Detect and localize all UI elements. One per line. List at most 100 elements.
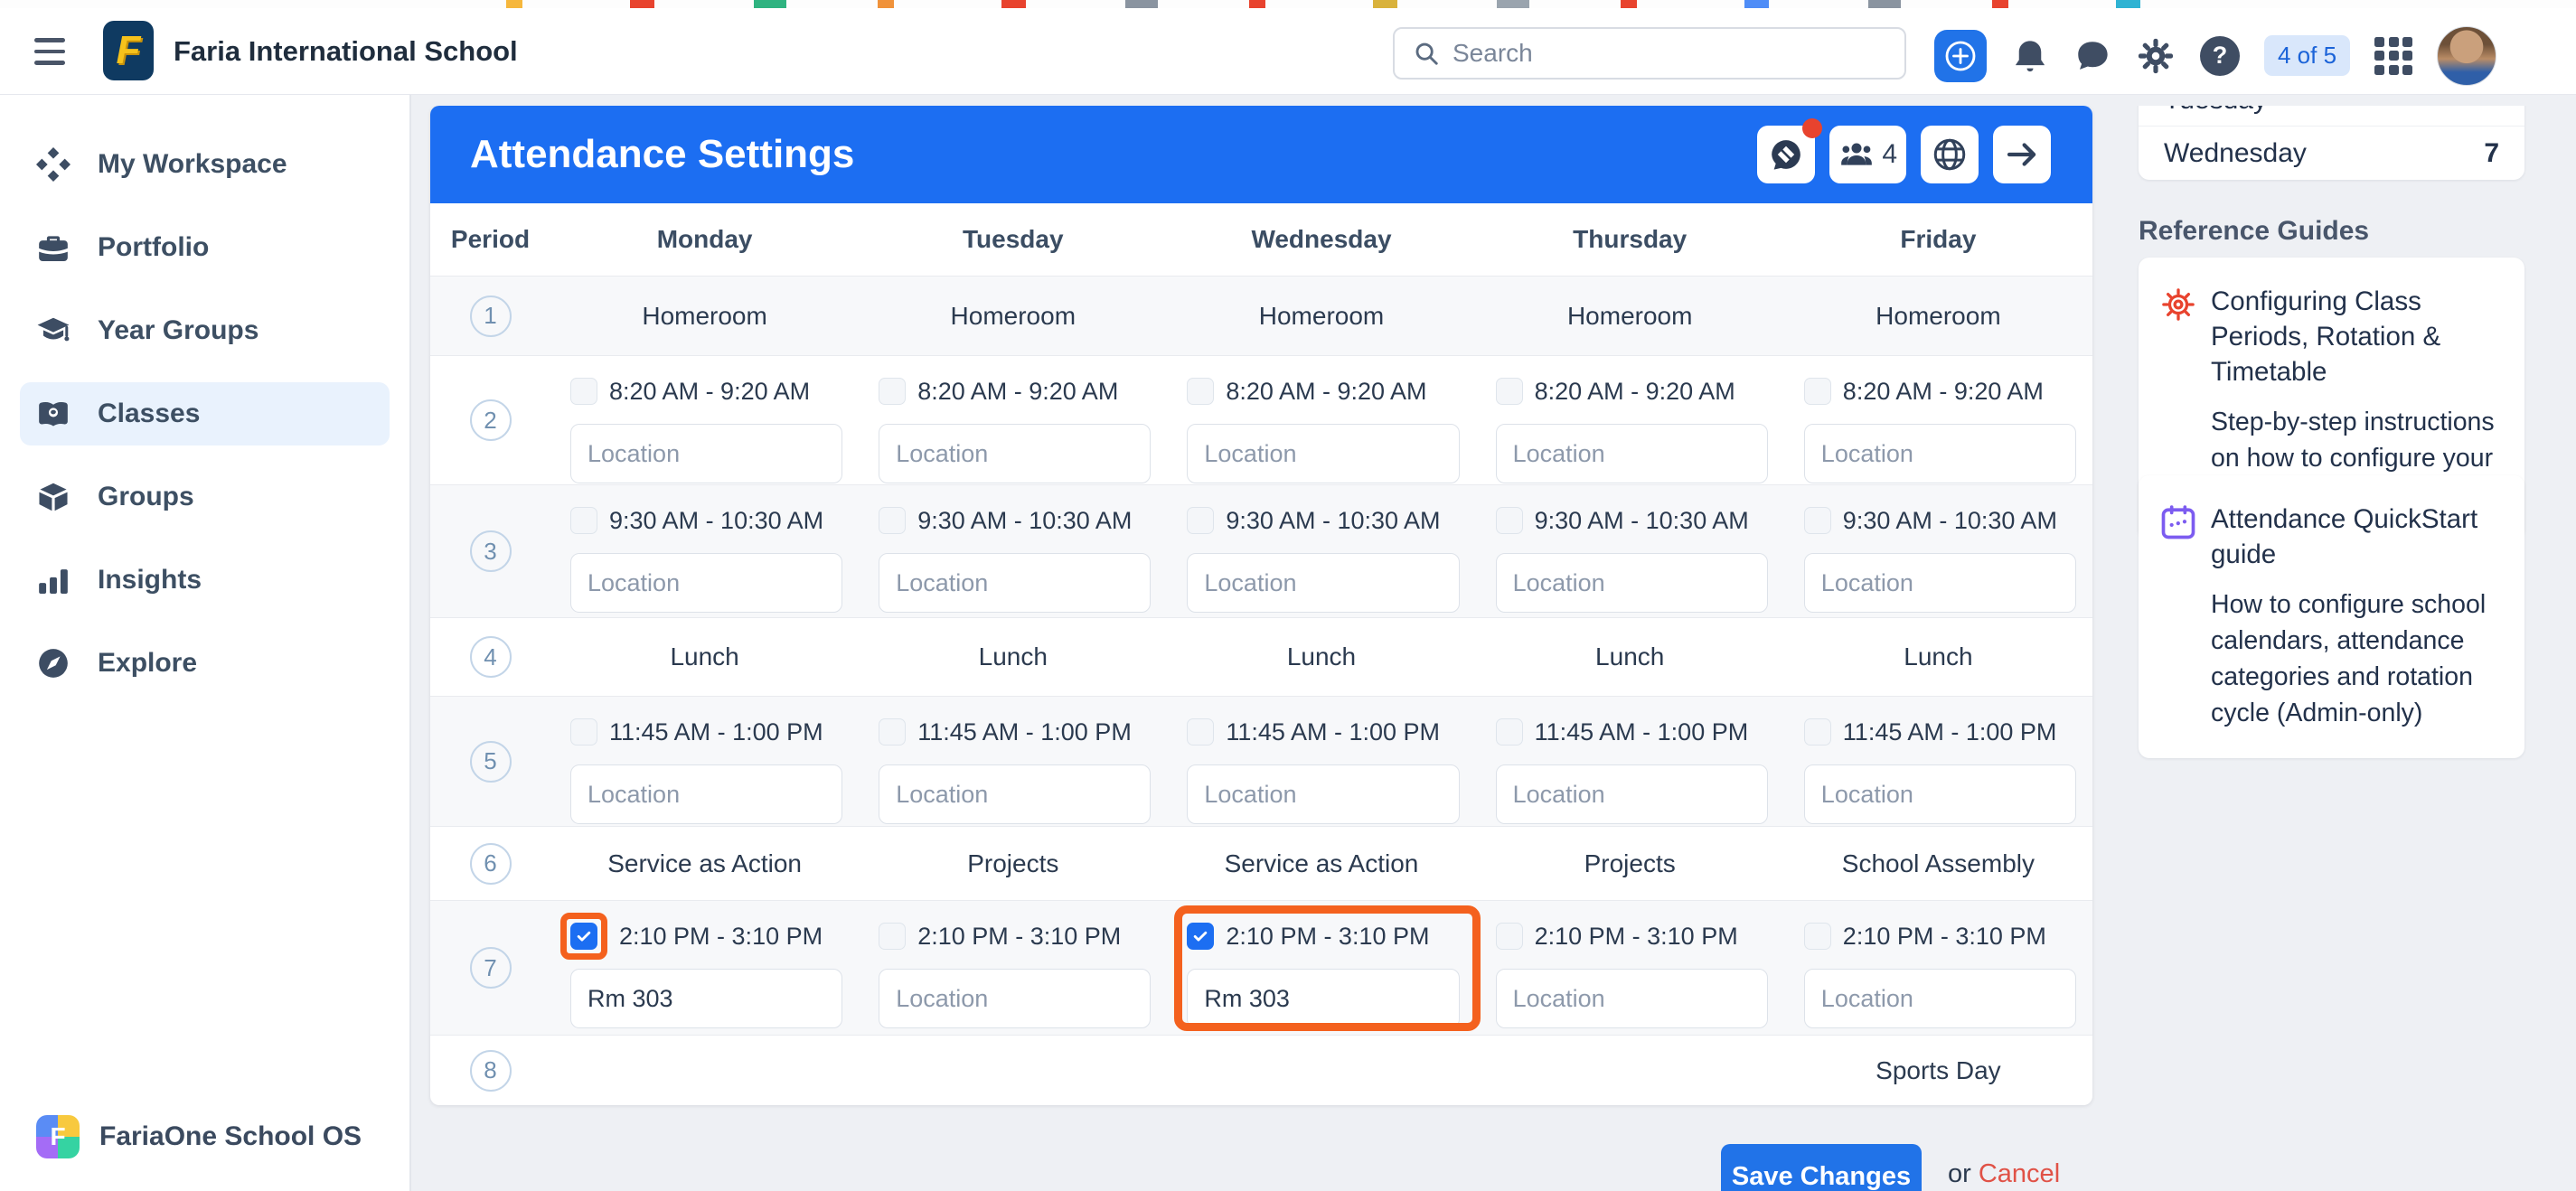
timeslot-time: 11:45 AM - 1:00 PM [609,718,823,746]
user-avatar[interactable] [2437,26,2496,86]
sidebar-item-portfolio[interactable]: Portfolio [20,216,390,279]
timeslot-time: 2:10 PM - 3:10 PM [619,923,823,951]
sidebar-item-classes[interactable]: Classes [20,382,390,445]
timeslot-checkbox[interactable] [1804,378,1831,405]
period-activity-cell: Homeroom [1784,277,2092,355]
timeslot-cell: 2:10 PM - 3:10 PM [1784,901,2092,1035]
sidebar-item-my-workspace[interactable]: My Workspace [20,133,390,196]
period-badge: 3 [470,530,512,572]
help-icon[interactable]: ? [2200,36,2240,76]
timeslot-checkbox[interactable] [879,718,906,746]
location-input[interactable] [570,764,842,824]
timeslot-checkbox[interactable] [570,507,597,534]
timeslot-checkbox[interactable] [1187,923,1214,950]
messages-icon[interactable] [2073,37,2111,75]
timetable-row: 4LunchLunchLunchLunchLunch [430,617,2092,696]
graduation-cap-icon [36,314,71,348]
location-input[interactable] [1804,764,2076,824]
apps-grid-icon[interactable] [2374,37,2412,75]
cancel-link[interactable]: Cancel [1979,1159,2060,1188]
location-input[interactable] [570,553,842,613]
sidebar-item-explore[interactable]: Explore [20,632,390,695]
location-input[interactable] [879,424,1151,483]
timeslot-checkbox[interactable] [879,923,906,950]
period-badge: 8 [470,1050,512,1092]
column-header-period: Period [430,203,550,276]
period-activity-label: Homeroom [642,302,766,331]
timeslot-cell: 2:10 PM - 3:10 PM [859,901,1167,1035]
members-button[interactable]: 4 [1829,126,1906,183]
timeslot-checkbox[interactable] [1496,378,1523,405]
day-row-current[interactable]: Wednesday 7 [2139,126,2524,180]
location-input[interactable] [1804,424,2076,483]
day-row-partial[interactable]: Tuesday [2139,106,2524,126]
column-header-day: Tuesday [859,203,1167,276]
chat-app-button[interactable] [1757,126,1815,183]
timeslot-checkbox[interactable] [570,378,597,405]
location-input[interactable] [1804,553,2076,613]
sidebar-item-label: Year Groups [98,315,259,346]
period-activity-cell: School Assembly [1784,827,2092,900]
plus-circle-icon [1942,38,1979,74]
timeslot-checkbox[interactable] [1804,718,1831,746]
search-input[interactable] [1453,39,1850,68]
location-input[interactable] [1187,424,1459,483]
location-input[interactable] [1496,553,1768,613]
timeslot-checkbox[interactable] [1496,923,1523,950]
sidebar-item-year-groups[interactable]: Year Groups [20,299,390,362]
timeslot-time: 2:10 PM - 3:10 PM [1226,923,1429,951]
timeslot-checkbox[interactable] [1496,718,1523,746]
period-cell: 8 [430,1036,550,1105]
timeslot-cell: 8:20 AM - 9:20 AM [1784,356,2092,484]
hamburger-menu-icon[interactable] [34,32,78,71]
timeslot-checkbox[interactable] [570,923,597,950]
period-activity-cell: Lunch [1476,618,1784,696]
period-activity-label: Lunch [1287,642,1356,671]
period-cell: 5 [430,697,550,826]
timeslot-cell: 8:20 AM - 9:20 AM [859,356,1167,484]
location-input[interactable] [1187,764,1459,824]
guide-title: Configuring Class Periods, Rotation & Ti… [2211,285,2501,390]
app-header: F Faria International School ? 4 of 5 [0,8,2576,95]
quick-add-button[interactable] [1934,30,1987,82]
day-summary-card: Tuesday Wednesday 7 [2139,106,2524,180]
timeslot-checkbox[interactable] [1187,718,1214,746]
members-count: 4 [1882,139,1897,170]
sidebar-item-groups[interactable]: Groups [20,465,390,529]
timetable-row: 511:45 AM - 1:00 PM11:45 AM - 1:00 PM11:… [430,696,2092,826]
location-input[interactable] [1187,553,1459,613]
timeslot-checkbox[interactable] [879,378,906,405]
settings-gear-icon[interactable] [2136,36,2176,76]
guide-card-attendance-quickstart[interactable]: Attendance QuickStart guide How to confi… [2139,475,2524,758]
search-box[interactable] [1393,27,1906,80]
timeslot-checkbox[interactable] [570,718,597,746]
location-input[interactable] [1496,424,1768,483]
period-activity-cell: Homeroom [859,277,1167,355]
timeslot-checkbox[interactable] [879,507,906,534]
period-activity-label: Lunch [1904,642,1972,671]
period-activity-cell: Sports Day [1784,1036,2092,1105]
location-input[interactable] [1187,969,1459,1028]
notifications-bell-icon[interactable] [2011,37,2049,75]
location-input[interactable] [570,969,842,1028]
location-input[interactable] [1496,969,1768,1028]
location-input[interactable] [879,764,1151,824]
timeslot-checkbox[interactable] [1804,507,1831,534]
location-input[interactable] [879,553,1151,613]
location-input[interactable] [1804,969,2076,1028]
timeslot-checkbox[interactable] [1187,507,1214,534]
timetable-body: 1HomeroomHomeroomHomeroomHomeroomHomeroo… [430,276,2092,1105]
arrow-forward-button[interactable] [1993,126,2051,183]
period-activity-label: Homeroom [1876,302,2000,331]
sidebar-item-insights[interactable]: Insights [20,549,390,612]
location-input[interactable] [1496,764,1768,824]
day-count: 7 [2484,127,2499,181]
location-input[interactable] [879,969,1151,1028]
save-button[interactable]: Save Changes [1721,1144,1922,1191]
timeslot-checkbox[interactable] [1187,378,1214,405]
timeslot-checkbox[interactable] [1496,507,1523,534]
period-activity-label: Lunch [670,642,738,671]
timeslot-checkbox[interactable] [1804,923,1831,950]
globe-button[interactable] [1921,126,1979,183]
location-input[interactable] [570,424,842,483]
